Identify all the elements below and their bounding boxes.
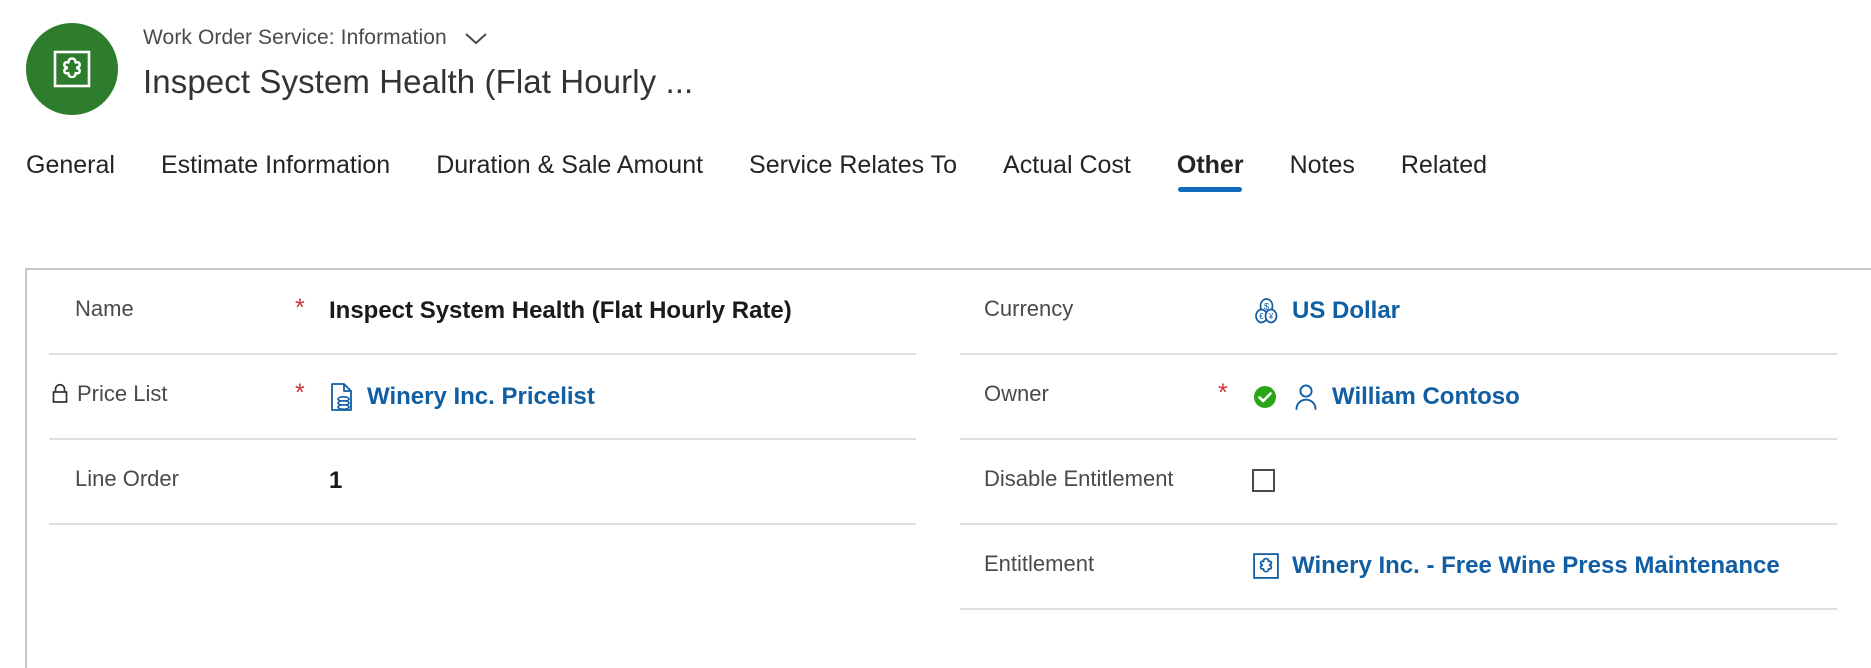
field-label-name: Name <box>75 296 134 321</box>
tab-strip: General Estimate Information Duration & … <box>0 148 1871 226</box>
required-indicator-price-list: * <box>295 379 305 407</box>
svg-text:€: € <box>1259 312 1264 321</box>
field-label-disable-entitlement: Disable Entitlement <box>984 466 1174 491</box>
field-value-entitlement: Winery Inc. - Free Wine Press Maintenanc… <box>1252 551 1780 580</box>
record-header: Work Order Service: Information Inspect … <box>0 0 1871 130</box>
entitlement-puzzle-icon <box>1252 552 1280 580</box>
tab-other[interactable]: Other <box>1177 148 1244 192</box>
svg-text:¥: ¥ <box>1268 312 1274 321</box>
link-owner[interactable]: William Contoso <box>1332 383 1520 411</box>
field-label-line-order: Line Order <box>75 466 179 491</box>
field-row-currency: Currency * $ € ¥ US Dollar <box>960 270 1837 355</box>
field-value-price-list: Winery Inc. Pricelist <box>329 381 595 412</box>
entity-avatar <box>26 23 118 115</box>
tab-notes[interactable]: Notes <box>1290 148 1355 192</box>
lock-icon <box>51 383 69 405</box>
required-indicator-name: * <box>295 294 305 322</box>
tab-service-relates-to[interactable]: Service Relates To <box>749 148 957 192</box>
field-row-name: Name * Inspect System Health (Flat Hourl… <box>49 270 916 355</box>
field-row-owner: Owner * William Contoso <box>960 355 1837 440</box>
field-label-entitlement: Entitlement <box>984 551 1095 576</box>
field-label-currency: Currency <box>984 296 1074 321</box>
form-body: Name * Inspect System Health (Flat Hourl… <box>25 268 1871 668</box>
required-indicator-owner: * <box>1218 379 1228 407</box>
currency-icon: $ € ¥ <box>1252 297 1280 325</box>
required-indicator-disable-entitlement: * <box>1218 466 1252 488</box>
chevron-down-icon[interactable] <box>463 30 489 46</box>
field-row-line-order: Line Order * 1 <box>49 440 916 525</box>
tab-actual-cost[interactable]: Actual Cost <box>1003 148 1131 192</box>
link-currency[interactable]: US Dollar <box>1292 297 1400 325</box>
field-row-entitlement: Entitlement * Winery Inc. - Free Wine Pr… <box>960 525 1837 610</box>
field-value-line-order[interactable]: 1 <box>329 466 342 495</box>
field-row-price-list: Price List * Winery Inc. Pricelist <box>49 355 916 440</box>
field-label-owner: Owner <box>984 381 1049 406</box>
tab-estimate-information[interactable]: Estimate Information <box>161 148 390 192</box>
field-value-owner: William Contoso <box>1252 381 1520 412</box>
field-value-disable-entitlement <box>1252 466 1275 492</box>
tab-related[interactable]: Related <box>1401 148 1487 192</box>
field-label-price-list-text: Price List <box>77 381 168 406</box>
field-value-name[interactable]: Inspect System Health (Flat Hourly Rate) <box>329 296 792 325</box>
field-row-disable-entitlement: Disable Entitlement * <box>960 440 1837 525</box>
header-text-block: Work Order Service: Information Inspect … <box>143 22 693 101</box>
green-check-icon <box>1252 384 1278 410</box>
header-subtitle-row: Work Order Service: Information <box>143 24 693 52</box>
tab-duration-and-sale-amount[interactable]: Duration & Sale Amount <box>436 148 703 192</box>
person-icon <box>1292 382 1320 412</box>
form-selector-label: Work Order Service: Information <box>143 26 447 49</box>
field-label-price-list: Price List <box>49 381 295 407</box>
page-title: Inspect System Health (Flat Hourly ... <box>143 63 694 100</box>
required-indicator-line-order: * <box>295 466 329 488</box>
required-indicator-entitlement: * <box>1218 551 1252 573</box>
form-column-right: Currency * $ € ¥ US Dollar Owner <box>950 270 1871 668</box>
required-indicator-currency: * <box>1218 296 1252 318</box>
price-list-icon <box>329 382 355 412</box>
field-value-currency: $ € ¥ US Dollar <box>1252 296 1400 325</box>
form-column-left: Name * Inspect System Health (Flat Hourl… <box>27 270 950 668</box>
disable-entitlement-checkbox[interactable] <box>1252 469 1275 492</box>
link-price-list[interactable]: Winery Inc. Pricelist <box>367 383 595 411</box>
tab-general[interactable]: General <box>26 148 115 192</box>
entitlement-puzzle-icon <box>53 50 91 88</box>
link-entitlement[interactable]: Winery Inc. - Free Wine Press Maintenanc… <box>1292 552 1780 580</box>
